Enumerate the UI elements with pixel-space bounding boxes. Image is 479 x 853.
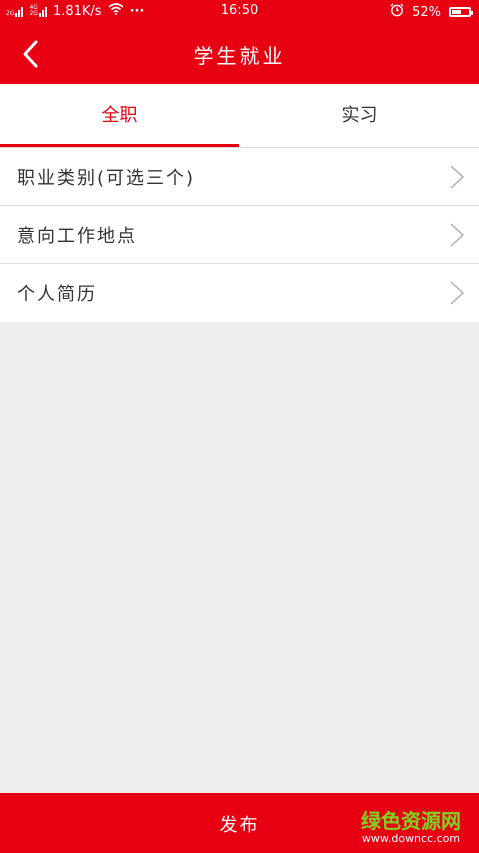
tab-fulltime[interactable]: 全职 (0, 84, 239, 147)
list-item-label: 职业类别(可选三个) (17, 168, 196, 189)
list-item-work-location[interactable]: 意向工作地点 (0, 206, 479, 264)
battery-icon (449, 7, 473, 17)
list-item-label: 个人简历 (17, 284, 97, 305)
status-right: 52% (390, 3, 473, 21)
watermark-title: 绿色资源网 (361, 809, 461, 833)
tab-bar: 全职 实习 (0, 84, 479, 147)
chevron-right-icon (450, 223, 465, 247)
watermark-url: www.downcc.com (361, 832, 461, 845)
tab-internship[interactable]: 实习 (240, 84, 479, 147)
watermark: 绿色资源网 www.downcc.com (361, 810, 461, 845)
status-bar: 2G 4G 2G 1.81K/s ··· 16:50 52% (0, 0, 479, 24)
page-title: 学生就业 (193, 44, 286, 68)
chevron-right-icon (450, 165, 465, 189)
list-item-job-category[interactable]: 职业类别(可选三个) (0, 148, 479, 206)
alarm-icon (390, 3, 404, 21)
form-list: 职业类别(可选三个) 意向工作地点 个人简历 (0, 148, 479, 322)
list-item-label: 意向工作地点 (17, 226, 137, 247)
bottom-bar: 发布 绿色资源网 www.downcc.com (0, 793, 479, 853)
navigation-bar: 学生就业 (0, 24, 479, 84)
battery-percent: 52% (412, 4, 441, 20)
list-item-resume[interactable]: 个人简历 (0, 264, 479, 322)
chevron-right-icon (450, 281, 465, 305)
